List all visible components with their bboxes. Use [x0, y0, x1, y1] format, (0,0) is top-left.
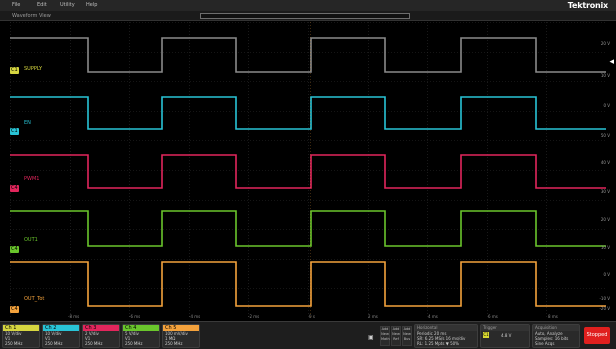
en-trace [10, 96, 606, 130]
channel-label-pwm1: PWM1 [24, 176, 40, 182]
menu-utility[interactable]: Utility [60, 2, 75, 8]
channel-badge-bw: 250 MHz [5, 341, 23, 346]
time-tick: 4 ms [428, 314, 438, 319]
menu-edit[interactable]: Edit [37, 2, 47, 8]
channel-marker-en[interactable]: C1 [10, 128, 19, 135]
supply-trace [10, 37, 606, 73]
waveform-plot[interactable] [10, 22, 606, 318]
scale-label: 30 V [600, 189, 610, 194]
trigger-panel[interactable]: Trigger C1 4.8 V [480, 324, 530, 348]
channel-badge-2[interactable]: Ch 2 10 V/div V1 250 MHz [42, 324, 80, 348]
out1-trace [10, 210, 606, 247]
channel-badge-bw: 250 MHz [85, 341, 103, 346]
settings-bar: Ch 1 10 V/div V1 250 MHz Ch 2 10 V/div V… [0, 321, 616, 349]
channel-label-out-tot: OUT_Tot [24, 296, 45, 302]
time-tick: -4 ms [189, 314, 201, 319]
channel-label-supply: SUPPLY [24, 66, 43, 72]
settings-icon[interactable]: ▣ [368, 334, 374, 341]
channel-badge-4[interactable]: Ch 4 5 V/div V1 250 MHz [122, 324, 160, 348]
horizontal-panel[interactable]: Horizontal Periodic 20 ms SR: 6.25 MS/s … [414, 324, 478, 348]
scale-label: 0 V [603, 272, 610, 277]
pwm1-trace [10, 154, 606, 189]
scale-label: 10 V [600, 73, 610, 78]
offscreen-arrow-icon[interactable]: ◂ [609, 57, 614, 67]
acquisition-panel[interactable]: Acquisition Auto, Analyze Samples: 16 bi… [532, 324, 580, 348]
channel-badge-bw: 250 MHz [45, 341, 63, 346]
time-axis: -8 ms -6 ms -4 ms -2 ms 0 s 2 ms 4 ms 6 … [0, 314, 616, 319]
waveform-svg [10, 22, 606, 318]
channel-badge-5[interactable]: Ch 5 100 mV/div 1 MΩ 250 MHz [162, 324, 200, 348]
channel-marker-supply[interactable]: C1 [10, 67, 19, 74]
acquisition-line3: Sine Acqs [535, 341, 555, 346]
horizontal-line3: RL: 1.25 Mpts ▼ 50% [417, 341, 459, 346]
time-tick: -6 ms [129, 314, 141, 319]
channel-badge-bw: 250 MHz [165, 341, 183, 346]
view-title: Waveform View [12, 13, 51, 19]
scale-label: 50 V [600, 133, 610, 138]
scale-label: 0 V [603, 103, 610, 108]
channel-marker-pwm1[interactable]: C4 [10, 185, 19, 192]
channel-marker-out1[interactable]: C4 [10, 246, 19, 253]
channel-marker-out-tot[interactable]: C4 [10, 306, 19, 313]
scale-label: -10 V [599, 296, 610, 301]
channel-badge-1[interactable]: Ch 1 10 V/div V1 250 MHz [2, 324, 40, 348]
time-tick: -2 ms [248, 314, 260, 319]
scale-label: 20 V [600, 41, 610, 46]
out-tot-trace [10, 261, 606, 307]
scale-label: 40 V [600, 160, 610, 165]
scale-label: -20 V [599, 306, 610, 311]
time-tick: 8 ms [548, 314, 558, 319]
scale-label: 20 V [600, 217, 610, 222]
time-tick: 6 ms [488, 314, 498, 319]
scale-label: 10 V [600, 245, 610, 250]
menu-bar: File Edit Utility Help Tektronix [0, 0, 616, 11]
record-overview-bar[interactable] [200, 13, 410, 19]
brand-logo: Tektronix [567, 1, 608, 10]
menu-file[interactable]: File [12, 2, 20, 8]
time-tick: -8 ms [68, 314, 80, 319]
trigger-source-badge: C1 [483, 332, 489, 338]
channel-label-en: EN [24, 120, 31, 126]
add-new-bus-button[interactable]: Add New Bus [402, 326, 412, 346]
time-tick: 0 s [309, 314, 315, 319]
run-stop-button[interactable]: Stopped [584, 327, 610, 344]
menu-help[interactable]: Help [86, 2, 97, 8]
channel-badge-bw: 250 MHz [125, 341, 143, 346]
channel-badge-3[interactable]: Ch 3 2 V/div V1 250 MHz [82, 324, 120, 348]
add-new-ref-button[interactable]: Add New Ref [391, 326, 401, 346]
add-new-math-button[interactable]: Add New Math [380, 326, 390, 346]
channel-label-out1: OUT1 [24, 237, 38, 243]
time-tick: 2 ms [368, 314, 378, 319]
